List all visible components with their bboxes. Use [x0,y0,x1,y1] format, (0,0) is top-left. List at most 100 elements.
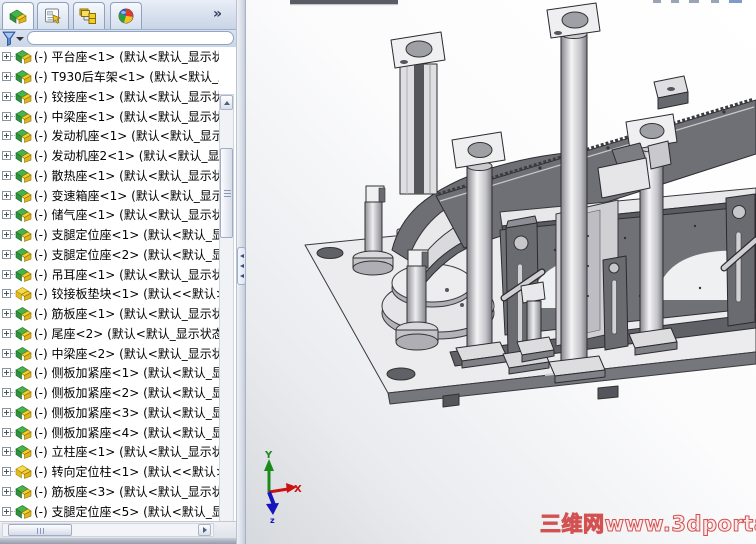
filter-funnel-icon[interactable] [2,31,16,46]
part-icon [15,386,32,401]
expand-plus-icon[interactable] [2,289,11,299]
tree-item[interactable]: (-) 侧板加紧座<3> (默认<默认_显 [0,402,219,423]
expand-plus-icon[interactable] [2,368,11,378]
expand-plus-icon[interactable] [2,467,11,477]
expand-plus-icon[interactable] [2,328,11,338]
tree-item[interactable]: (-) 支腿定位座<2> (默认<默认_显 [0,244,219,265]
y-axis-label: Y [264,450,273,461]
tree-item-label: (-) 散热座<1> (默认<默认_显示状 [34,168,219,183]
part-icon [15,485,32,499]
tree-item[interactable]: (-) 变速箱座<1> (默认<默认_显示 [0,185,219,205]
filter-dropdown-caret[interactable] [16,37,24,41]
part-icon [15,149,32,164]
part-icon-wrap [15,69,32,85]
part-icon-wrap [15,385,32,401]
tree-item[interactable]: (-) 发动机座2<1> (默认<默认_显 [0,145,219,166]
expand-plus-icon[interactable] [2,348,11,358]
part-icon-wrap [15,207,32,223]
expand-plus-icon[interactable] [2,506,11,516]
tree-item[interactable]: (-) 散热座<1> (默认<默认_显示状 [0,165,219,186]
tree-horizontal-scrollbar[interactable] [0,521,236,538]
scroll-up-button[interactable] [220,95,233,110]
expand-plus-icon[interactable] [2,170,11,180]
part-icon [15,90,32,104]
tree-item[interactable]: (-) 转向定位柱<1> (默认<<默认> [0,461,219,482]
expand-plus-icon[interactable] [2,131,11,141]
expand-plus-icon[interactable] [2,407,11,417]
part-icon [15,366,32,381]
tree-item[interactable]: (-) 筋板座<1> (默认<默认_显示状 [0,303,219,324]
part-icon-wrap [15,365,32,381]
part-icon [15,327,32,341]
panel-collapse-handle[interactable] [237,247,246,285]
expand-plus-icon[interactable] [2,190,11,200]
part-icon-wrap [15,346,32,361]
tree-item[interactable]: (-) 铰接板垫块<1> (默认<<默认> [0,284,219,304]
manager-tab-bar: » [0,0,236,30]
tree-item[interactable]: (-) 支腿定位座<5> (默认<默认_显 [0,501,219,521]
tree-item[interactable]: (-) 支腿定位座<1> (默认<默认_显 [0,224,219,245]
horizontal-scroll-thumb[interactable] [8,524,72,536]
part-icon-wrap [15,405,32,420]
vertical-scroll-thumb[interactable] [220,148,233,238]
scroll-right-button[interactable] [198,524,211,536]
tree-item[interactable]: (-) 发动机座<1> (默认<默认_显示 [0,126,219,146]
tree-vertical-scrollbar[interactable] [219,94,234,521]
expand-plus-icon[interactable] [2,427,11,437]
collapse-arrow-icon [239,254,244,258]
expand-plus-icon[interactable] [2,210,11,220]
tree-item-label: (-) 侧板加紧座<2> (默认<默认_显 [34,386,219,401]
expand-plus-icon[interactable] [2,486,11,496]
tree-item[interactable]: (-) 尾座<2> (默认<默认_显示状态 [0,323,219,344]
slotted-plate-small [602,255,629,351]
part-icon-wrap [15,148,32,164]
tab-featuremanager[interactable] [2,2,34,29]
configurations-icon [79,8,96,24]
tab-displaymanager[interactable] [110,2,142,29]
part-icon [15,129,32,144]
collapse-arrow-icon [239,274,244,278]
tree-item-label: (-) 侧板加紧座<1> (默认<默认_显 [34,366,219,381]
tree-item-label: (-) 筋板座<1> (默认<默认_显示状 [34,307,219,322]
tree-item-label: (-) 中梁座<1> (默认<默认_显示状 [34,109,219,124]
expand-plus-icon[interactable] [2,91,11,101]
tree-item[interactable]: (-) 立柱座<1> (默认<默认_显示状 [0,442,219,462]
tree-item[interactable]: (-) 侧板加紧座<2> (默认<默认_显 [0,382,219,403]
tree-item[interactable]: (-) T930后车架<1> (默认<默认_显 [0,66,219,87]
panel-splitter[interactable] [236,0,246,544]
expand-plus-icon[interactable] [2,72,11,82]
tree-item[interactable]: (-) 储气座<1> (默认<默认_显示状 [0,205,219,225]
tree-item[interactable]: (-) 侧板加紧座<1> (默认<默认_显 [0,363,219,383]
tree-item[interactable]: (-) 筋板座<3> (默认<默认_显示状 [0,481,219,502]
tab-propertymanager[interactable] [37,2,69,29]
expand-plus-icon[interactable] [2,230,11,240]
tree-item[interactable]: (-) 铰接座<1> (默认<默认_显示状 [0,86,219,107]
tree-item[interactable]: (-) 中梁座<2> (默认<默认_显示状 [0,343,219,363]
expand-plus-icon[interactable] [2,249,11,259]
part-icon [15,188,32,203]
feature-tree: (-) 平台座<1> (默认<默认_显示状 (-) T930后车架<1> (默认… [0,47,236,521]
tree-item[interactable]: (-) 平台座<1> (默认<默认_显示状 [0,47,219,67]
tab-overflow-button[interactable]: » [213,5,222,23]
part-icon [15,228,32,243]
expand-plus-icon[interactable] [2,388,11,398]
expand-plus-icon[interactable] [2,269,11,279]
expand-plus-icon[interactable] [2,309,11,319]
tree-item[interactable]: (-) 侧板加紧座<4> (默认<默认_显 [0,422,219,442]
part-icon [15,425,32,440]
part-icon-wrap [15,306,32,322]
tab-configurationmanager[interactable] [73,2,105,29]
tree-filter-input[interactable] [27,31,234,45]
part-icon-wrap [15,247,32,262]
expand-plus-icon[interactable] [2,447,11,457]
expand-plus-icon[interactable] [2,151,11,161]
tree-item-label: (-) 立柱座<1> (默认<默认_显示状 [34,445,219,460]
tree-item-label: (-) 发动机座<1> (默认<默认_显示 [34,129,219,144]
part-icon [15,406,32,420]
tree-item[interactable]: (-) 吊耳座<1> (默认<默认_显示状 [0,264,219,284]
window-bottom-edge [0,538,236,544]
tree-item[interactable]: (-) 中梁座<1> (默认<默认_显示状 [0,106,219,126]
expand-plus-icon[interactable] [2,111,11,121]
expand-plus-icon[interactable] [2,52,11,62]
graphics-viewport[interactable]: Y X z 三维网www.3dportal.cn [246,0,756,544]
